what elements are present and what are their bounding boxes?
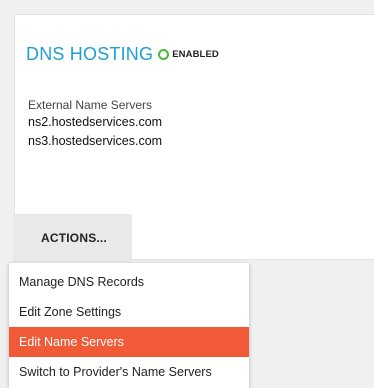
name-server-1: ns2.hostedservices.com: [28, 115, 163, 129]
actions-button[interactable]: ACTIONS...: [14, 214, 132, 262]
name-servers-label: External Name Servers: [28, 98, 153, 112]
menu-item-edit-name-servers[interactable]: Edit Name Servers: [9, 327, 249, 357]
status-badge: ENABLED: [172, 49, 219, 60]
name-server-2: ns3.hostedservices.com: [28, 134, 163, 148]
actions-dropdown-menu: Manage DNS Records Edit Zone Settings Ed…: [9, 263, 249, 388]
menu-item-switch-to-provider-name-servers[interactable]: Switch to Provider's Name Servers: [9, 357, 249, 387]
status-circle-icon: [158, 49, 170, 60]
dns-hosting-header: DNS HOSTING ENABLED: [26, 44, 219, 65]
section-title: DNS HOSTING: [26, 44, 154, 64]
menu-item-manage-dns-records[interactable]: Manage DNS Records: [9, 267, 249, 297]
menu-item-edit-zone-settings[interactable]: Edit Zone Settings: [9, 297, 249, 327]
